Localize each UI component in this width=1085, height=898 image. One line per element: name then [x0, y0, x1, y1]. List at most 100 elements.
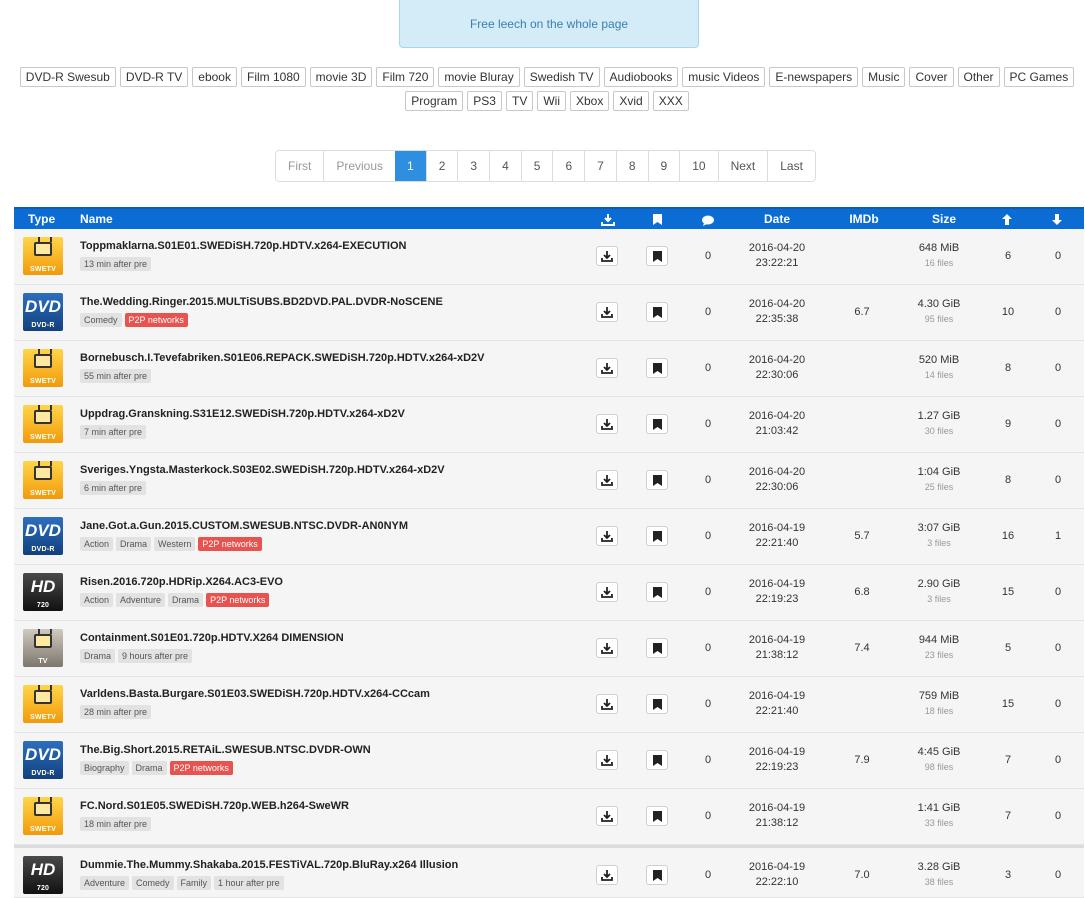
- download-button[interactable]: [596, 470, 618, 490]
- bookmark-button[interactable]: [646, 638, 668, 658]
- category-type-icon[interactable]: HD 720: [23, 573, 63, 611]
- table-row[interactable]: TV Containment.S01E01.720p.HDTV.X264 DIME…: [14, 621, 1084, 677]
- file-count[interactable]: 16 files: [889, 256, 989, 271]
- header-size[interactable]: Size: [914, 209, 974, 229]
- genre-tag[interactable]: Drama: [131, 761, 167, 775]
- category-type-icon[interactable]: HD 720: [23, 856, 63, 894]
- genre-tag[interactable]: Comedy: [132, 876, 174, 890]
- file-count[interactable]: 25 files: [889, 480, 989, 495]
- category-button[interactable]: DVD-R Swesub: [19, 67, 116, 87]
- pagination-page-6[interactable]: 6: [552, 151, 585, 181]
- pagination-page-3[interactable]: 3: [457, 151, 490, 181]
- table-row[interactable]: HD 720 Risen.2016.720p.HDRip.X264.AC3-EVO A…: [14, 565, 1084, 621]
- pagination-page-9[interactable]: 9: [647, 151, 680, 181]
- file-count[interactable]: 30 files: [889, 424, 989, 439]
- table-row[interactable]: HD 720 Dummie.The.Mummy.Shakaba.2015.FESTi…: [14, 845, 1084, 898]
- table-row[interactable]: SWETV Sveriges.Yngsta.Masterkock.S03E02.S…: [14, 453, 1084, 509]
- genre-tag[interactable]: 18 min after pre: [80, 817, 152, 831]
- torrent-name-link[interactable]: Varldens.Basta.Burgare.S01E03.SWEDiSH.72…: [80, 688, 430, 700]
- category-button[interactable]: music Videos: [682, 67, 766, 87]
- pagination-page-4[interactable]: 4: [489, 151, 521, 181]
- category-type-icon[interactable]: DVD DVD-R: [23, 293, 63, 331]
- download-button[interactable]: [596, 526, 618, 546]
- table-row[interactable]: DVD DVD-R Jane.Got.a.Gun.2015.CUSTOM.SWESU…: [14, 509, 1084, 565]
- category-type-icon[interactable]: DVD DVD-R: [23, 741, 63, 779]
- comments-count[interactable]: 0: [694, 586, 722, 598]
- torrent-name-link[interactable]: Uppdrag.Granskning.S31E12.SWEDiSH.720p.H…: [80, 408, 405, 420]
- genre-tag[interactable]: Comedy: [80, 313, 122, 327]
- torrent-name-link[interactable]: Risen.2016.720p.HDRip.X264.AC3-EVO: [80, 576, 283, 588]
- file-count[interactable]: 3 files: [889, 536, 989, 551]
- download-button[interactable]: [596, 750, 618, 770]
- table-row[interactable]: SWETV Bornebusch.I.Tevefabriken.S01E06.RE…: [14, 341, 1084, 397]
- category-type-icon[interactable]: SWETV: [23, 405, 63, 443]
- category-button[interactable]: Cover: [909, 67, 954, 87]
- torrent-name-link[interactable]: Containment.S01E01.720p.HDTV.X264 DIMENS…: [80, 632, 344, 644]
- genre-tag[interactable]: Drama: [168, 593, 204, 607]
- category-type-icon[interactable]: SWETV: [23, 797, 63, 835]
- genre-tag[interactable]: Western: [154, 537, 196, 551]
- genre-tag[interactable]: Adventure: [80, 876, 130, 890]
- pagination-page-8[interactable]: 8: [615, 151, 648, 181]
- file-count[interactable]: 98 files: [889, 760, 989, 775]
- category-button[interactable]: Music: [862, 67, 906, 87]
- pagination-next[interactable]: Next: [717, 151, 768, 181]
- genre-tag[interactable]: Family: [176, 876, 212, 890]
- category-button[interactable]: ebook: [192, 67, 237, 87]
- download-button[interactable]: [596, 638, 618, 658]
- category-type-icon[interactable]: TV: [23, 629, 63, 667]
- category-button[interactable]: PC Games: [1003, 67, 1075, 87]
- genre-tag[interactable]: Action: [80, 537, 114, 551]
- category-button[interactable]: E-newspapers: [769, 67, 859, 87]
- bookmark-button[interactable]: [646, 865, 668, 885]
- torrent-name-link[interactable]: The.Wedding.Ringer.2015.MULTiSUBS.BD2DVD…: [80, 296, 443, 308]
- genre-tag[interactable]: Drama: [116, 537, 152, 551]
- download-button[interactable]: [596, 414, 618, 434]
- torrent-name-link[interactable]: Dummie.The.Mummy.Shakaba.2015.FESTiVAL.7…: [80, 859, 458, 871]
- bookmark-button[interactable]: [646, 302, 668, 322]
- genre-tag[interactable]: 55 min after pre: [80, 369, 152, 383]
- category-type-icon[interactable]: DVD DVD-R: [23, 517, 63, 555]
- torrent-name-link[interactable]: Bornebusch.I.Tevefabriken.S01E06.REPACK.…: [80, 352, 485, 364]
- comments-count[interactable]: 0: [694, 754, 722, 766]
- torrent-name-link[interactable]: FC.Nord.S01E05.SWEDiSH.720p.WEB.h264-Swe…: [80, 800, 349, 812]
- pagination-page-10[interactable]: 10: [679, 151, 718, 181]
- header-type[interactable]: Type: [28, 209, 55, 229]
- download-button[interactable]: [596, 865, 618, 885]
- genre-tag[interactable]: 6 min after pre: [80, 481, 147, 495]
- genre-tag[interactable]: Adventure: [116, 593, 166, 607]
- torrent-name-link[interactable]: The.Big.Short.2015.RETAiL.SWESUB.NTSC.DV…: [80, 744, 371, 756]
- category-button[interactable]: Film 1080: [240, 67, 306, 87]
- table-row[interactable]: SWETV Varldens.Basta.Burgare.S01E03.SWEDi…: [14, 677, 1084, 733]
- header-date[interactable]: Date: [747, 209, 807, 229]
- genre-tag[interactable]: 7 min after pre: [80, 425, 147, 439]
- pagination-first[interactable]: First: [276, 151, 324, 181]
- category-button[interactable]: movie Bluray: [438, 67, 520, 87]
- download-button[interactable]: [596, 582, 618, 602]
- genre-tag[interactable]: Drama: [80, 649, 116, 663]
- torrent-name-link[interactable]: Toppmaklarna.S01E01.SWEDiSH.720p.HDTV.x2…: [80, 240, 406, 252]
- category-button[interactable]: movie 3D: [309, 67, 373, 87]
- genre-tag[interactable]: Action: [80, 593, 114, 607]
- category-type-icon[interactable]: SWETV: [23, 685, 63, 723]
- category-button[interactable]: Wii: [537, 91, 566, 111]
- comments-count[interactable]: 0: [694, 869, 722, 881]
- genre-tag[interactable]: Biography: [80, 761, 129, 775]
- pagination-page-5[interactable]: 5: [520, 151, 553, 181]
- bookmark-button[interactable]: [646, 694, 668, 714]
- category-button[interactable]: PS3: [467, 91, 502, 111]
- download-button[interactable]: [596, 302, 618, 322]
- category-button[interactable]: Xvid: [613, 91, 649, 111]
- bookmark-button[interactable]: [646, 582, 668, 602]
- file-count[interactable]: 33 files: [889, 816, 989, 831]
- comments-count[interactable]: 0: [694, 810, 722, 822]
- comments-count[interactable]: 0: [694, 698, 722, 710]
- comments-count[interactable]: 0: [694, 642, 722, 654]
- bookmark-button[interactable]: [646, 750, 668, 770]
- pagination-page-1[interactable]: 1: [395, 151, 426, 181]
- file-count[interactable]: 38 files: [889, 875, 989, 890]
- bookmark-button[interactable]: [646, 358, 668, 378]
- bookmark-button[interactable]: [646, 470, 668, 490]
- download-button[interactable]: [596, 358, 618, 378]
- comments-count[interactable]: 0: [694, 306, 722, 318]
